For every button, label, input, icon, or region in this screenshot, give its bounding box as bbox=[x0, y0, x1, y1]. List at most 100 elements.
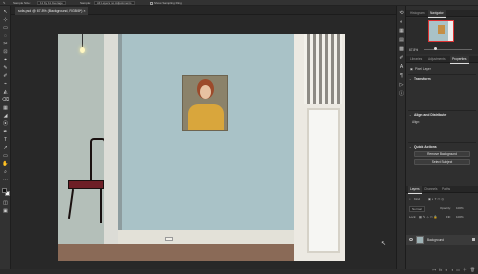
thumbnail-window bbox=[448, 21, 453, 41]
adjustment-layer-icon[interactable]: ◑ bbox=[451, 266, 453, 274]
tab-properties[interactable]: Properties bbox=[450, 56, 469, 64]
foreground-color-swatch[interactable] bbox=[2, 188, 7, 193]
document-tab[interactable]: sofa.psd @ 67.8% (Background, RGB/8*) × bbox=[15, 7, 89, 15]
quick-actions-heading[interactable]: Quick Actions bbox=[414, 145, 437, 149]
tools-panel: ↖ ⊹ ▭ ◌ ✂ ⊡ ⌖ ✎ ✐ ⌁ ◭ ⌫ ▦ ◢ ⦿ ✒ T ↗ ▭ ✋ … bbox=[0, 6, 11, 269]
blur-tool-icon[interactable]: ◢ bbox=[2, 113, 9, 119]
pixel-layer-label: Pixel Layer bbox=[415, 67, 431, 71]
history-panel-icon[interactable]: ⟲ bbox=[398, 10, 405, 16]
eyedropper-tool-icon[interactable]: ✎ bbox=[2, 65, 9, 71]
brushes-panel-icon[interactable]: ✐ bbox=[398, 55, 405, 61]
link-layers-icon[interactable]: ⊶ bbox=[432, 266, 436, 274]
door-frame bbox=[104, 34, 118, 261]
layer-mask-icon[interactable]: ◐ bbox=[445, 266, 447, 274]
tab-paths[interactable]: Paths bbox=[440, 186, 452, 193]
pixel-layer-icon: ▣ bbox=[410, 67, 414, 71]
navigator-thumbnail[interactable] bbox=[428, 20, 454, 42]
clone-stamp-icon[interactable]: ◭ bbox=[2, 89, 9, 95]
chevron-down-icon[interactable]: ⌄ bbox=[409, 77, 412, 81]
window-bars bbox=[304, 34, 342, 104]
tab-navigator[interactable]: Navigator bbox=[428, 10, 446, 18]
zoom-tool-icon[interactable]: ⌕ bbox=[2, 169, 9, 175]
sample-size-dropdown[interactable]: 11 by 11 Average bbox=[37, 1, 66, 5]
bulb-cord bbox=[82, 34, 83, 48]
gradients-panel-icon[interactable]: ▤ bbox=[398, 37, 405, 43]
filter-icons[interactable]: ▣◐T▭◎ bbox=[428, 196, 445, 202]
quick-mask-icon[interactable]: ◫ bbox=[2, 200, 9, 206]
layer-kind-filter[interactable]: Kind bbox=[414, 196, 420, 202]
navigator-zoom-value[interactable]: 67.8% bbox=[409, 48, 418, 52]
select-subject-button[interactable]: Select Subject bbox=[414, 159, 470, 165]
show-sampling-ring-label: Show Sampling Ring bbox=[154, 1, 182, 5]
patterns-panel-icon[interactable]: ▩ bbox=[398, 46, 405, 52]
navigator-tabs: Histogram Navigator bbox=[406, 10, 478, 18]
hand-tool-icon[interactable]: ✋ bbox=[2, 161, 9, 167]
document-image[interactable] bbox=[58, 34, 345, 261]
canvas-area[interactable]: ↖ bbox=[11, 15, 396, 269]
brush-tool-icon[interactable]: ⌁ bbox=[2, 81, 9, 87]
remove-background-button[interactable]: Remove Background bbox=[414, 151, 470, 157]
transform-heading[interactable]: Transform bbox=[414, 77, 431, 81]
new-layer-icon[interactable]: ＋ bbox=[463, 266, 467, 274]
frame-tool-icon[interactable]: ⌖ bbox=[2, 57, 9, 63]
lasso-tool-icon[interactable]: ◌ bbox=[2, 33, 9, 39]
navigator-zoom-slider[interactable] bbox=[424, 49, 472, 50]
align-distribute-heading[interactable]: Align and Distribute bbox=[414, 113, 446, 117]
main-wall bbox=[122, 34, 298, 239]
collapsed-panel-strip: ⟲ ◐ ▦ ▤ ▩ ✐ A ¶ ▷ ⓘ bbox=[396, 6, 406, 269]
type-tool-icon[interactable]: T bbox=[2, 137, 9, 143]
info-panel-icon[interactable]: ⓘ bbox=[398, 91, 405, 97]
lock-bar: Lock: ▦✎⊹▭🔒 Fill: 100% bbox=[406, 214, 478, 220]
object-select-tool-icon[interactable]: ✂ bbox=[2, 41, 9, 47]
properties-tabs: Libraries Adjustments Properties bbox=[406, 56, 478, 64]
chair-seat bbox=[68, 180, 104, 189]
tab-channels[interactable]: Channels bbox=[422, 186, 439, 193]
document-title: sofa.psd @ 67.8% (Background, RGB/8*) bbox=[18, 9, 83, 13]
healing-brush-icon[interactable]: ✐ bbox=[2, 73, 9, 79]
delete-layer-icon[interactable]: 🗑 bbox=[470, 266, 475, 274]
dodge-tool-icon[interactable]: ⦿ bbox=[2, 121, 9, 127]
tab-adjustments[interactable]: Adjustments bbox=[426, 56, 448, 63]
lock-icons[interactable]: ▦✎⊹▭🔒 bbox=[419, 214, 438, 220]
portrait-face bbox=[200, 85, 211, 99]
layer-name[interactable]: Background bbox=[427, 235, 444, 245]
screen-mode-icon[interactable]: ▣ bbox=[2, 208, 9, 214]
swatches-panel-icon[interactable]: ▦ bbox=[398, 28, 405, 34]
new-group-icon[interactable]: ▭ bbox=[456, 266, 460, 274]
rectangle-tool-icon[interactable]: ▭ bbox=[2, 153, 9, 159]
search-icon: ⌕ bbox=[409, 197, 411, 201]
layer-filter-bar: ⌕ Kind ▣◐T▭◎ bbox=[406, 196, 478, 202]
window-glass bbox=[307, 108, 340, 253]
opacity-value[interactable]: 100% bbox=[456, 205, 464, 211]
artboard-tool-icon[interactable]: ⊹ bbox=[2, 17, 9, 23]
blend-mode-dropdown[interactable]: Normal bbox=[409, 206, 425, 212]
layer-row-background[interactable]: Background bbox=[406, 235, 478, 245]
chevron-down-icon[interactable]: ⌄ bbox=[409, 113, 412, 117]
more-tools-icon[interactable]: ⋯ bbox=[2, 177, 9, 183]
layers-bottom-bar: ⊶ fx ◐ ◑ ▭ ＋ 🗑 bbox=[406, 266, 478, 274]
close-tab-icon[interactable]: × bbox=[83, 9, 85, 13]
path-select-tool-icon[interactable]: ↗ bbox=[2, 145, 9, 151]
zoom-slider-knob[interactable] bbox=[434, 47, 437, 50]
color-panel-icon[interactable]: ◐ bbox=[398, 19, 405, 25]
tab-layers[interactable]: Layers bbox=[408, 186, 422, 194]
crop-tool-icon[interactable]: ⊡ bbox=[2, 49, 9, 55]
eraser-tool-icon[interactable]: ⌫ bbox=[2, 97, 9, 103]
marquee-tool-icon[interactable]: ▭ bbox=[2, 25, 9, 31]
tab-histogram[interactable]: Histogram bbox=[408, 10, 427, 17]
document-tab-bar: sofa.psd @ 67.8% (Background, RGB/8*) × bbox=[11, 6, 396, 15]
move-tool-icon[interactable]: ↖ bbox=[2, 9, 9, 15]
fill-label: Fill: bbox=[446, 215, 451, 219]
tab-libraries[interactable]: Libraries bbox=[408, 56, 424, 63]
chevron-down-icon[interactable]: ⌄ bbox=[409, 145, 412, 149]
actions-panel-icon[interactable]: ▷ bbox=[398, 82, 405, 88]
pen-tool-icon[interactable]: ✒ bbox=[2, 129, 9, 135]
character-panel-icon[interactable]: A bbox=[398, 64, 405, 70]
sample-dropdown[interactable]: All Layers no Adjustments bbox=[94, 1, 135, 5]
gradient-tool-icon[interactable]: ▦ bbox=[2, 105, 9, 111]
checkbox-icon bbox=[150, 1, 153, 5]
fill-value[interactable]: 100% bbox=[456, 214, 464, 220]
eye-icon[interactable] bbox=[409, 238, 413, 241]
layer-style-icon[interactable]: fx bbox=[439, 266, 442, 274]
paragraph-panel-icon[interactable]: ¶ bbox=[398, 73, 405, 79]
